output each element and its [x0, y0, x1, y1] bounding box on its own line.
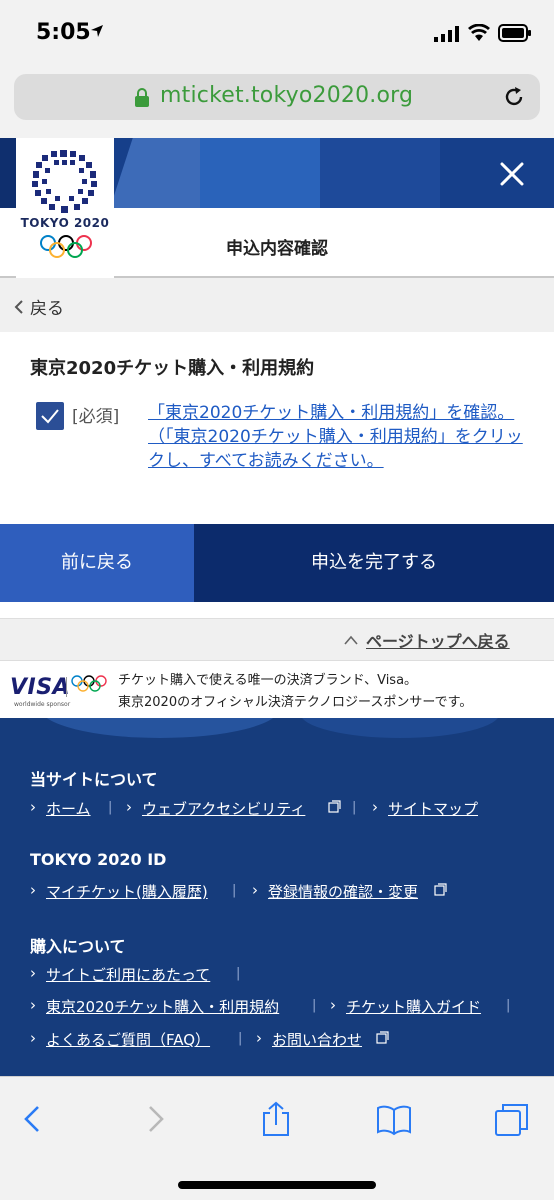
- terms-title: 東京2020チケット購入・利用規約: [30, 358, 315, 379]
- required-label: [必須]: [72, 407, 120, 427]
- page-top-link[interactable]: ページトップへ戻る: [366, 628, 510, 652]
- terms-section: 東京2020チケット購入・利用規約 [必須] 「東京2020チケット購入・利用規…: [0, 332, 554, 524]
- status-bar: 5:05: [0, 0, 554, 66]
- browser-address-area: mticket.tokyo2020.org: [0, 66, 554, 138]
- visa-banner[interactable]: VISA worldwide sponsor チケット購入で使える唯一の決済ブラ…: [0, 660, 554, 718]
- location-arrow-icon: [91, 25, 103, 37]
- visa-text-line2: 東京2020のオフィシャル決済テクノロジースポンサーです。: [118, 695, 473, 710]
- terms-link[interactable]: 「東京2020チケット購入・利用規約」を確認。（「東京2020チケット購入・利用…: [148, 401, 528, 473]
- forward-icon[interactable]: [138, 1101, 174, 1137]
- previous-button[interactable]: 前に戻る: [0, 524, 194, 602]
- battery-icon: [498, 24, 531, 42]
- back-link[interactable]: 戻る: [0, 278, 554, 332]
- address-url: mticket.tokyo2020.org: [160, 83, 414, 108]
- share-icon[interactable]: [258, 1101, 294, 1137]
- chevron-right-icon: ›: [30, 1029, 36, 1047]
- chevron-right-icon: ›: [30, 798, 36, 816]
- page-top-row: ページトップへ戻る: [0, 618, 554, 660]
- address-bar[interactable]: mticket.tokyo2020.org: [14, 74, 540, 120]
- chevron-up-icon: [344, 635, 358, 645]
- check-icon: [41, 409, 59, 424]
- home-indicator: [178, 1181, 376, 1189]
- cellular-signal-icon: [434, 26, 459, 42]
- site-header: TOKYO 2020 申込内容確認: [0, 138, 554, 278]
- chevron-right-icon: ›: [256, 1029, 262, 1047]
- status-time: 5:05: [36, 20, 91, 45]
- footer-link-purchase-guide[interactable]: チケット購入ガイド: [346, 996, 481, 1017]
- lock-icon: [135, 88, 149, 107]
- reload-icon[interactable]: [502, 85, 526, 109]
- close-icon[interactable]: [494, 156, 530, 192]
- bookmarks-icon[interactable]: [376, 1101, 412, 1137]
- chevron-left-icon: [14, 300, 23, 314]
- external-link-icon: [328, 800, 341, 813]
- site-footer: 当サイトについて › ホーム | › ウェブアクセシビリティ | › サイトマッ…: [0, 718, 554, 1076]
- chevron-right-icon: ›: [372, 798, 378, 816]
- back-label: 戻る: [30, 299, 64, 319]
- back-icon[interactable]: [14, 1101, 50, 1137]
- emblem-icon: [32, 150, 97, 213]
- footer-link-faq[interactable]: よくあるご質問（FAQ）: [46, 1029, 210, 1050]
- footer-heading-purchase: 購入について: [30, 937, 126, 956]
- footer-link-sitemap[interactable]: サイトマップ: [388, 798, 478, 819]
- tabs-icon[interactable]: [494, 1101, 530, 1137]
- visa-text-line1: チケット購入で使える唯一の決済ブランド、Visa。: [118, 673, 418, 688]
- footer-link-account-info[interactable]: 登録情報の確認・変更: [268, 881, 418, 902]
- visa-logo: VISA: [10, 675, 71, 700]
- footer-link-my-ticket[interactable]: マイチケット(購入履歴): [46, 881, 208, 902]
- page-title: 申込内容確認: [226, 239, 328, 259]
- agree-checkbox[interactable]: [36, 402, 64, 430]
- complete-application-button[interactable]: 申込を完了する: [194, 524, 554, 602]
- footer-link-site-usage[interactable]: サイトご利用にあたって: [46, 964, 210, 985]
- chevron-right-icon: ›: [30, 964, 36, 982]
- chevron-right-icon: ›: [252, 881, 258, 899]
- chevron-right-icon: ›: [330, 996, 336, 1014]
- footer-link-accessibility[interactable]: ウェブアクセシビリティ: [142, 798, 305, 819]
- wifi-icon: [468, 24, 490, 41]
- chevron-right-icon: ›: [30, 996, 36, 1014]
- browser-toolbar: [0, 1076, 554, 1200]
- footer-heading-about: 当サイトについて: [30, 770, 158, 789]
- footer-link-contact[interactable]: お問い合わせ: [272, 1029, 362, 1050]
- chevron-right-icon: ›: [30, 881, 36, 899]
- footer-heading-tokyo-id: TOKYO 2020 ID: [30, 850, 167, 869]
- footer-link-home[interactable]: ホーム: [46, 798, 91, 819]
- visa-sponsor-caption: worldwide sponsor: [14, 701, 71, 708]
- external-link-icon: [434, 883, 447, 896]
- logo-text: TOKYO 2020: [20, 216, 110, 230]
- external-link-icon: [376, 1031, 389, 1044]
- footer-link-terms[interactable]: 東京2020チケット購入・利用規約: [46, 996, 279, 1017]
- chevron-right-icon: ›: [126, 798, 132, 816]
- olympic-rings-icon: [71, 675, 107, 692]
